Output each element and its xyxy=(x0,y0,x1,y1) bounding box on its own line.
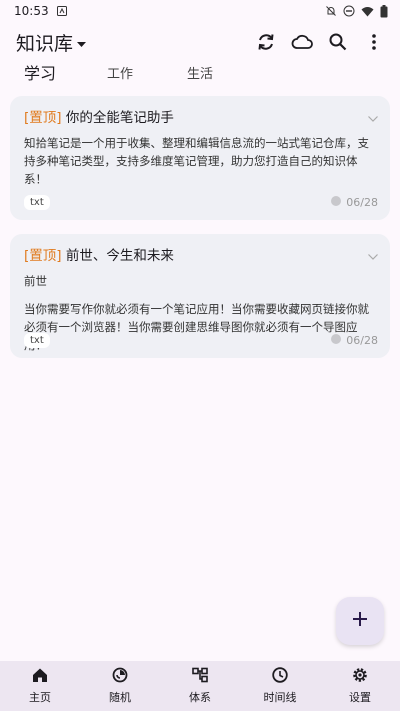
plus-icon xyxy=(352,611,368,631)
status-bar: 10:53 xyxy=(0,0,400,22)
nav-home-label: 主页 xyxy=(29,691,51,704)
note-title: [置顶] 你的全能笔记助手 xyxy=(24,106,174,126)
note-card[interactable]: [置顶] 你的全能笔记助手 知拾笔记是一个用于收集、整理和编辑信息流的一站式笔记… xyxy=(10,96,390,220)
note-tag[interactable]: txt xyxy=(24,195,50,210)
tab-life[interactable]: 生活 xyxy=(187,63,213,82)
add-note-button[interactable] xyxy=(336,597,384,645)
note-title-text: 前世、今生和未来 xyxy=(65,248,174,264)
note-date: 06/28 xyxy=(331,334,378,347)
expand-chevron-icon[interactable] xyxy=(368,245,378,264)
tab-work[interactable]: 工作 xyxy=(107,63,133,82)
note-body: 知拾笔记是一个用于收集、整理和编辑信息流的一站式笔记仓库，支持多种笔记类型，支持… xyxy=(24,136,369,186)
category-tabs: 学习 工作 生活 xyxy=(0,58,400,86)
nav-random[interactable]: 随机 xyxy=(80,661,160,711)
clock-small-icon xyxy=(331,334,342,347)
wifi-icon xyxy=(361,6,374,17)
note-card[interactable]: [置顶] 前世、今生和未来 前世 当你需要写作你就必须有一个笔记应用！当你需要收… xyxy=(10,234,390,358)
note-date: 06/28 xyxy=(331,196,378,209)
search-icon[interactable] xyxy=(326,30,350,54)
nav-random-label: 随机 xyxy=(109,691,131,704)
clock-icon xyxy=(272,667,288,686)
tab-study[interactable]: 学习 xyxy=(24,60,56,84)
random-icon xyxy=(112,667,128,686)
note-tag[interactable]: txt xyxy=(24,333,50,348)
nav-hierarchy[interactable]: 体系 xyxy=(160,661,240,711)
pin-label: [置顶] xyxy=(24,110,62,126)
status-time: 10:53 xyxy=(14,4,49,18)
library-selector[interactable]: 知识库 xyxy=(16,29,87,56)
notification-icon xyxy=(56,6,67,16)
hierarchy-icon xyxy=(192,667,208,686)
settings-icon xyxy=(352,667,368,686)
battery-icon xyxy=(380,4,388,18)
more-vert-icon[interactable] xyxy=(362,30,386,54)
note-date-text: 06/28 xyxy=(346,196,378,209)
home-icon xyxy=(32,667,48,686)
nav-timeline-label: 时间线 xyxy=(263,691,297,704)
expand-chevron-icon[interactable] xyxy=(368,107,378,126)
note-body-first-line: 前世 xyxy=(24,274,47,288)
nav-timeline[interactable]: 时间线 xyxy=(240,661,320,711)
dnd-icon xyxy=(343,5,355,17)
mute-bell-icon xyxy=(325,5,337,17)
nav-home[interactable]: 主页 xyxy=(0,661,80,711)
clock-small-icon xyxy=(331,196,342,209)
pin-label: [置顶] xyxy=(24,248,62,264)
note-title-text: 你的全能笔记助手 xyxy=(65,110,174,126)
nav-settings-label: 设置 xyxy=(349,691,371,704)
sync-icon[interactable] xyxy=(254,30,278,54)
nav-settings[interactable]: 设置 xyxy=(320,661,400,711)
note-date-text: 06/28 xyxy=(346,334,378,347)
dropdown-arrow-icon xyxy=(77,31,87,53)
nav-hierarchy-label: 体系 xyxy=(189,691,211,704)
app-bar: 知识库 xyxy=(0,26,400,58)
bottom-navigation: 主页 随机 体系 时间线 设置 xyxy=(0,661,400,711)
note-title: [置顶] 前世、今生和未来 xyxy=(24,244,174,264)
cloud-icon[interactable] xyxy=(290,30,314,54)
library-title: 知识库 xyxy=(16,32,74,55)
